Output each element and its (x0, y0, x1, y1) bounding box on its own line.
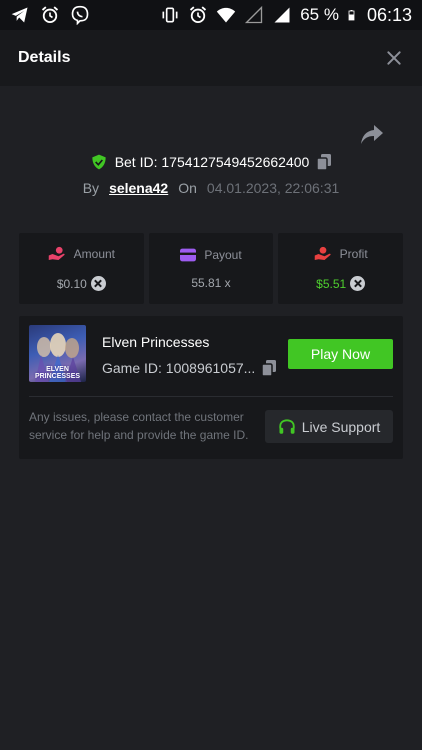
stat-payout-value: 55.81 x (191, 275, 231, 290)
battery-icon (348, 10, 355, 21)
profit-hand-icon (314, 246, 331, 260)
stats-row: Amount $0.10 Payout 55.81 x Profit $5.51 (19, 233, 404, 304)
bet-datetime: 04.01.2023, 22:06:31 (206, 180, 340, 196)
game-thumbnail-title: ELVEN PRINCESSES (34, 366, 81, 380)
copy-icon[interactable] (262, 360, 276, 376)
alarm-clock-icon (41, 6, 59, 23)
share-icon[interactable] (360, 124, 384, 146)
bet-id: Bet ID: 1754127549452662400 (114, 154, 310, 170)
stat-profit: Profit $5.51 (278, 233, 404, 304)
card-icon (180, 248, 197, 261)
signal-empty-icon (245, 5, 263, 24)
telegram-icon (11, 7, 28, 23)
battery-percent: 65 % (300, 5, 339, 24)
live-support-label: Live Support (301, 418, 381, 435)
game-id: Game ID: 1008961057... (102, 360, 256, 376)
play-now-button[interactable]: Play Now (288, 339, 393, 369)
stat-amount: Amount $0.10 (19, 233, 144, 304)
copy-icon[interactable] (317, 154, 332, 170)
clock-time: 06:13 (366, 4, 412, 25)
viber-icon (71, 5, 89, 25)
currency-chip-icon (350, 276, 366, 291)
shield-check-icon (92, 154, 106, 170)
game-card: ELVEN PRINCESSES Elven Princesses Game I… (19, 316, 403, 459)
on-label: On (178, 180, 197, 196)
stat-amount-label: Amount (73, 247, 116, 261)
page-title: Details (18, 49, 71, 66)
headset-icon (279, 418, 295, 434)
alarm-clock-icon (190, 6, 207, 23)
stat-profit-value: $5.51 (316, 276, 347, 291)
by-label: By (82, 180, 100, 196)
divider (29, 396, 393, 397)
status-bar: 65 % 06:13 (0, 0, 422, 30)
signal-full-icon (274, 7, 290, 23)
close-icon[interactable] (384, 48, 404, 68)
game-thumbnail[interactable]: ELVEN PRINCESSES (29, 325, 86, 382)
currency-chip-icon (90, 276, 106, 291)
bet-id-row: Bet ID: 1754127549452662400 (0, 154, 422, 170)
game-title: Elven Princesses (102, 334, 210, 350)
support-note: Any issues, please contact the customer … (29, 410, 249, 442)
stat-profit-label: Profit (339, 247, 368, 261)
wifi-icon (217, 7, 236, 23)
stat-payout-label: Payout (204, 247, 242, 262)
vibrate-icon (162, 7, 178, 23)
live-support-button[interactable]: Live Support (265, 410, 393, 443)
hand-coins-icon (48, 246, 65, 260)
details-header: Details (0, 30, 422, 86)
username-link[interactable]: selena42 (109, 180, 168, 196)
stat-payout: Payout 55.81 x (148, 233, 274, 304)
stat-amount-value: $0.10 (56, 276, 87, 291)
bet-meta-row: By selena42 On 04.01.2023, 22:06:31 (0, 180, 422, 196)
